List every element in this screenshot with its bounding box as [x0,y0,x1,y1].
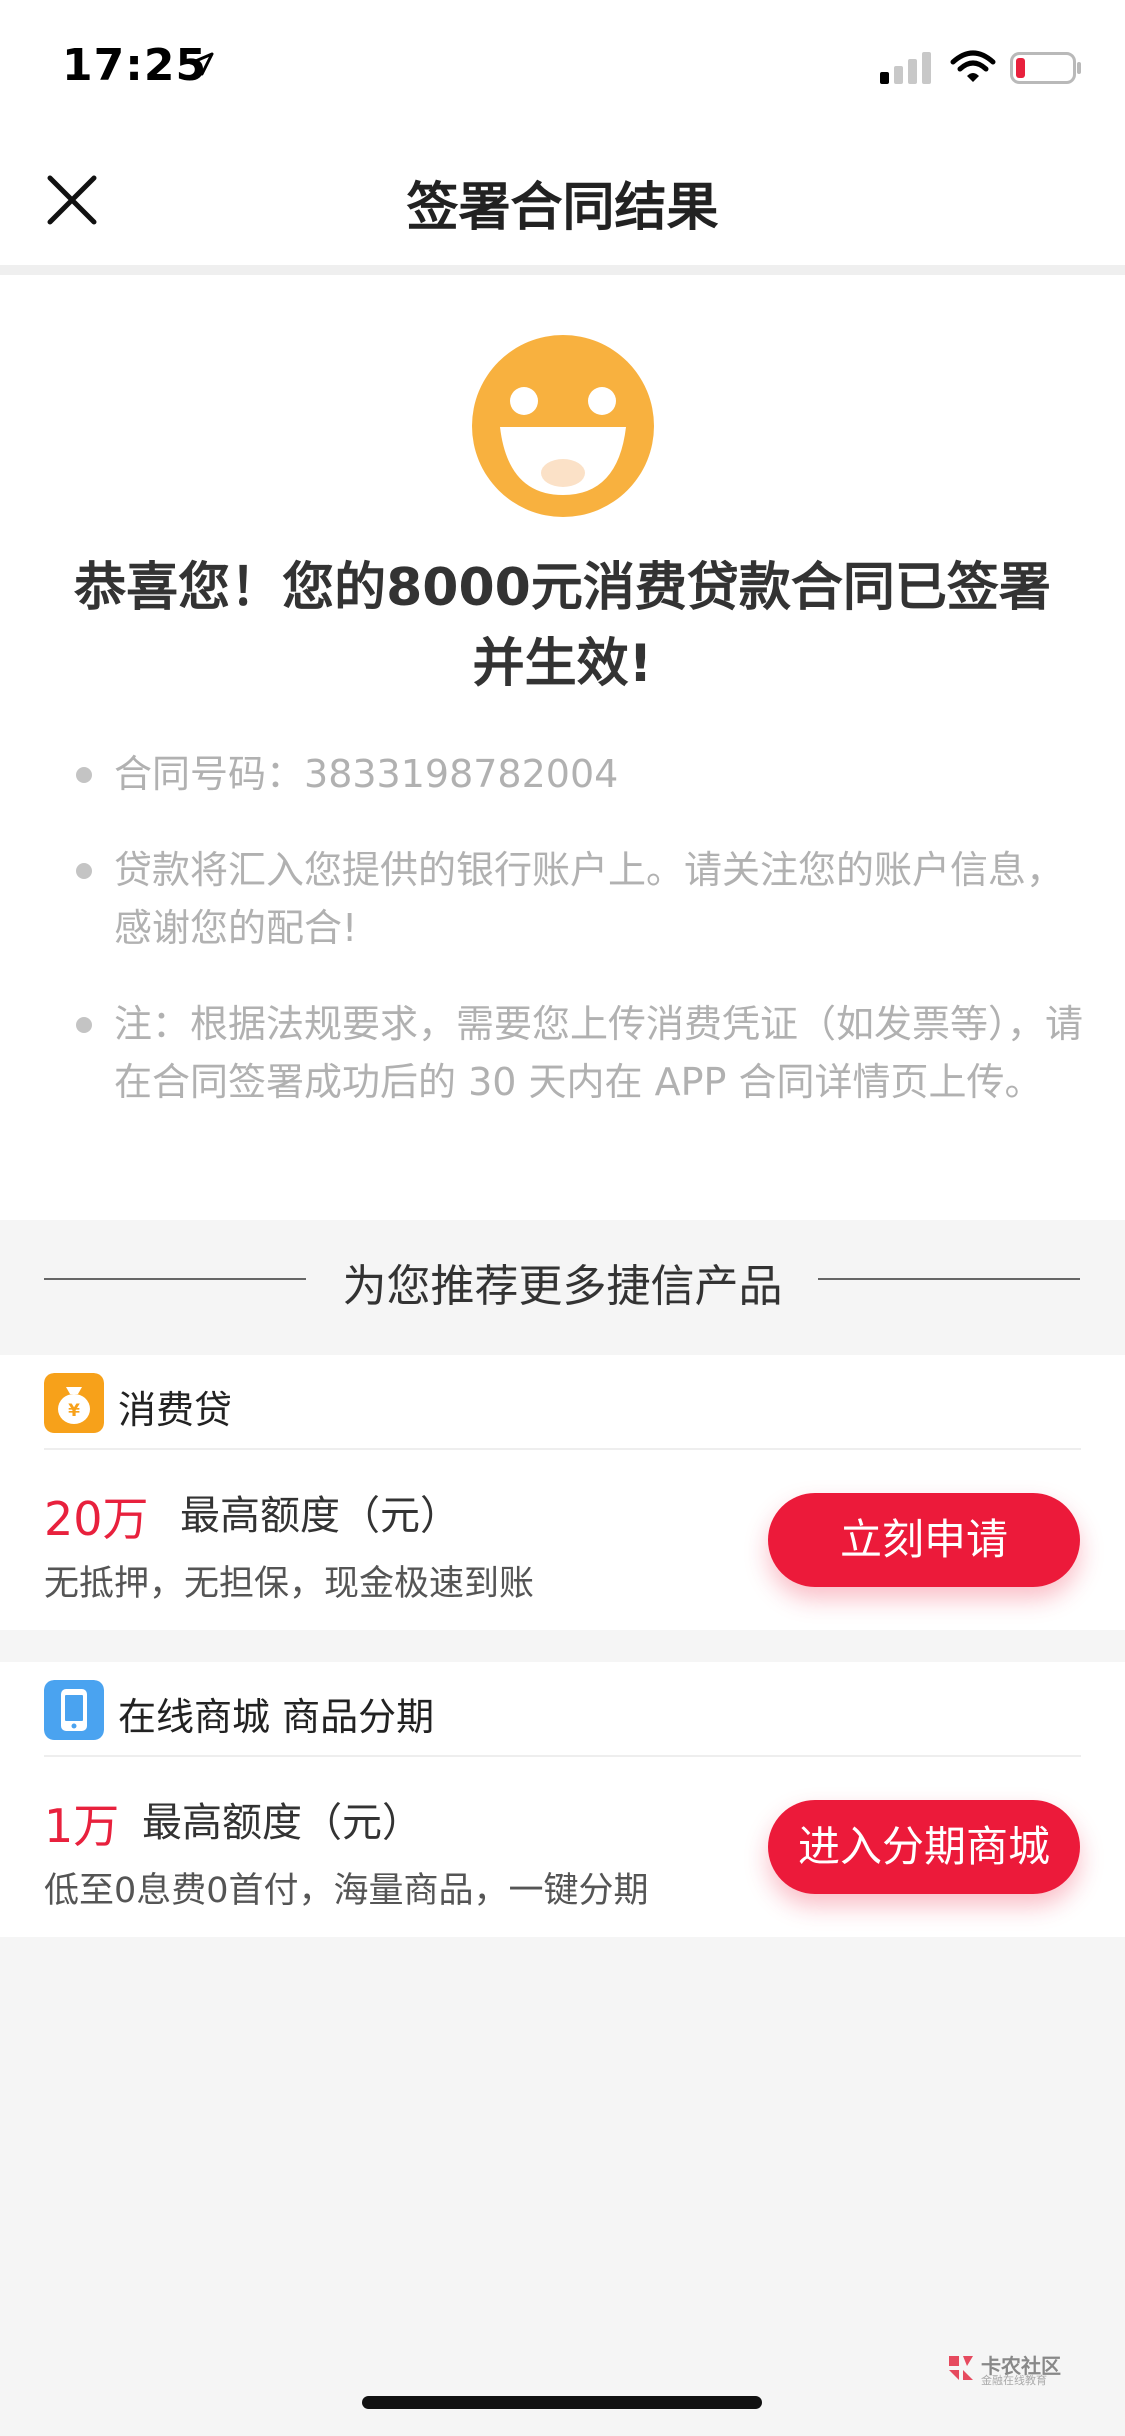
watermark-subtitle: 金融在线教育 [981,2374,1047,2387]
nav-bar: 签署合同结果 [0,135,1125,265]
contract-number-value: 3833198782004 [304,752,619,796]
page-title: 签署合同结果 [406,178,719,238]
bank-account-note: 贷款将汇入您提供的银行账户上。请关注您的账户信息，感谢您的配合! [70,841,1085,957]
headline-line-2: 并生效! [472,634,653,694]
status-time: 17:25 [62,40,208,91]
wifi-icon [950,50,996,82]
nav-divider [0,265,1125,275]
home-indicator[interactable] [362,2396,762,2409]
product-name: 消费贷 [118,1388,233,1432]
product-desc: 无抵押，无担保，现金极速到账 [44,1564,535,1604]
recommend-title: 为您推荐更多捷信产品 [342,1261,783,1312]
battery-icon [1010,52,1081,84]
product-desc: 低至0息费0首付，海量商品，一键分期 [44,1871,649,1911]
card-header: ¥ 消费贷 [44,1355,1081,1450]
upload-voucher-note: 注：根据法规要求，需要您上传消费凭证（如发票等），请在合同签署成功后的 30 天… [70,995,1085,1111]
result-section: 恭喜您！您的8000元消费贷款合同已签署 并生效! 合同号码：383319878… [0,275,1125,1220]
max-amount: 20万 [44,1492,149,1546]
product-card-consumer-loan: ¥ 消费贷 20万 最高额度（元） 无抵押，无担保，现金极速到账 立刻申请 [0,1355,1125,1630]
apply-now-button[interactable]: 立刻申请 [768,1493,1080,1587]
upload-voucher-note-text: 注：根据法规要求，需要您上传消费凭证（如发票等），请在合同签署成功后的 30 天… [114,1002,1084,1104]
smiley-face-icon [472,335,654,517]
max-amount-label: 最高额度（元） [180,1493,460,1539]
contract-number-item: 合同号码：3833198782004 [70,745,1085,803]
bank-account-note-text: 贷款将汇入您提供的银行账户上。请关注您的账户信息，感谢您的配合! [114,848,1065,950]
location-arrow-icon [189,52,214,76]
enter-installment-mall-button[interactable]: 进入分期商城 [768,1800,1080,1894]
bullet [76,1017,92,1033]
headline-line-1: 恭喜您！您的8000元消费贷款合同已签署 [74,558,1051,618]
max-amount: 1万 [44,1799,120,1853]
recommend-header: 为您推荐更多捷信产品 [0,1220,1125,1355]
watermark: 卡农社区 金融在线教育 [945,2348,1065,2388]
cellular-signal-icon [880,52,931,84]
bullet [76,767,92,783]
bullet [76,863,92,879]
max-amount-label: 最高额度（元） [142,1800,422,1846]
product-card-installment-mall: 在线商城 商品分期 1万 最高额度（元） 低至0息费0首付，海量商品，一键分期 … [0,1662,1125,1937]
page: 17:25 签署合同结果 恭喜您！您的8000元消费贷款合同已签署 并生效! 合… [0,0,1125,2436]
phone-icon [44,1680,104,1740]
product-name: 在线商城 商品分期 [118,1695,435,1739]
svg-text:¥: ¥ [68,1401,80,1421]
contract-number-label: 合同号码： [114,752,305,796]
success-headline: 恭喜您！您的8000元消费贷款合同已签署 并生效! [50,550,1075,702]
status-bar: 17:25 [0,0,1125,135]
money-bag-icon: ¥ [44,1373,104,1433]
info-list: 合同号码：3833198782004 贷款将汇入您提供的银行账户上。请关注您的账… [70,745,1085,1149]
watermark-logo-icon [949,2356,973,2380]
divider-line [818,1278,1080,1280]
card-header: 在线商城 商品分期 [44,1662,1081,1757]
